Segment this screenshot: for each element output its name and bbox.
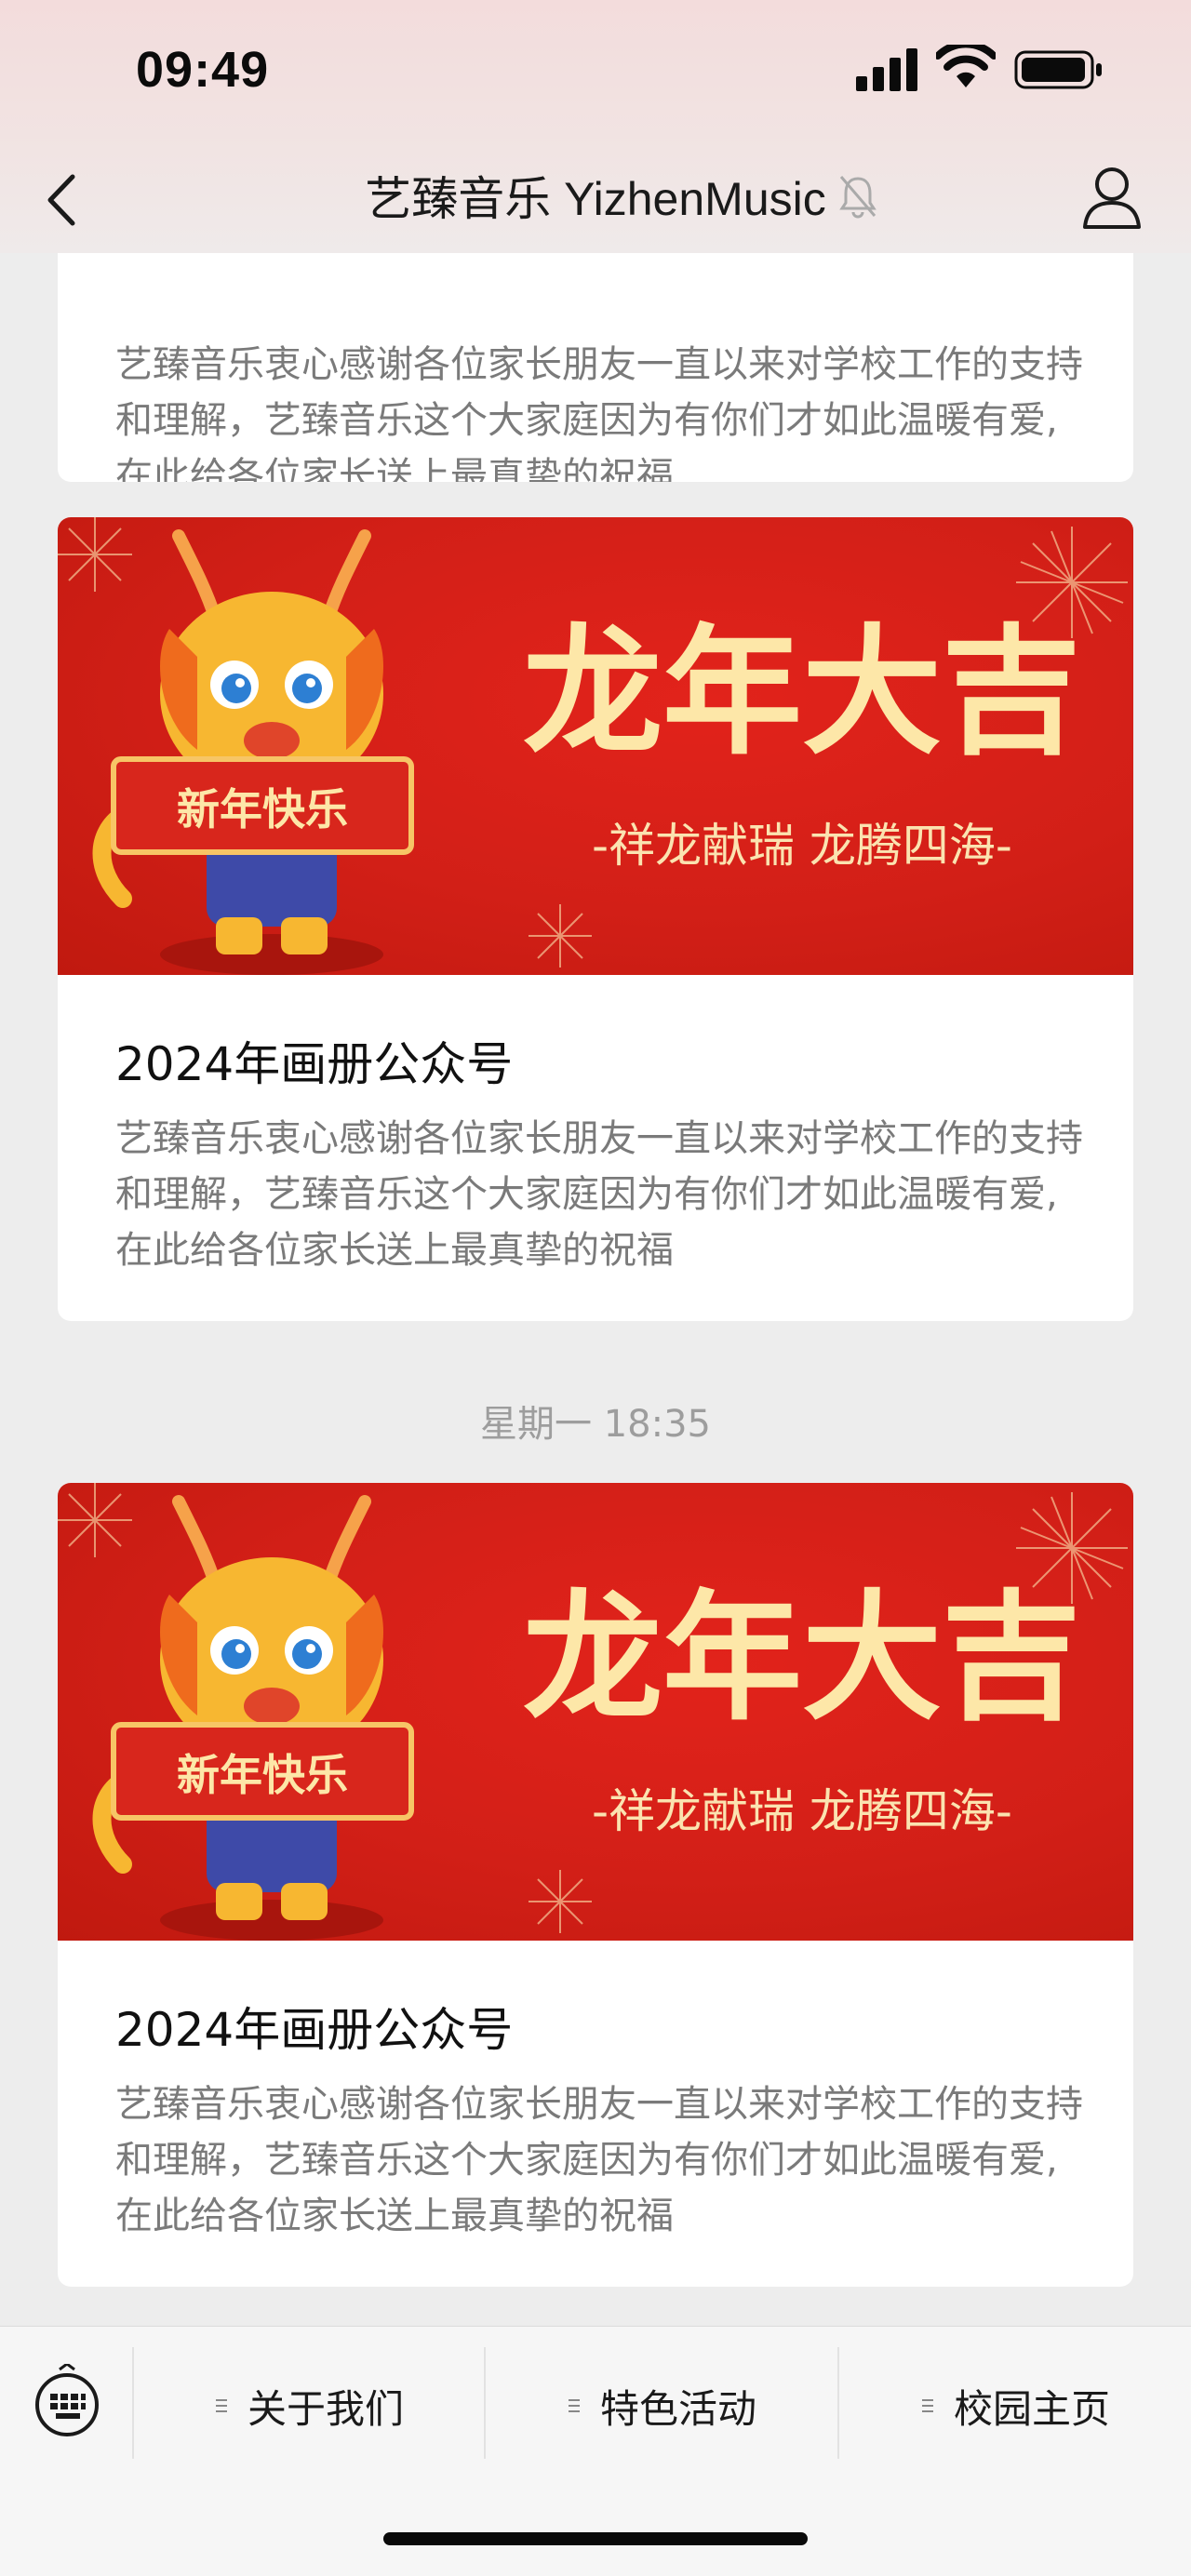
menu-lines-icon bbox=[921, 2399, 933, 2412]
dragon-mascot-icon bbox=[92, 529, 414, 975]
dragon-mascot-icon bbox=[92, 1495, 414, 1941]
menu-lines-icon bbox=[215, 2399, 227, 2412]
banner-subline: -祥龙献瑞 龙腾四海- bbox=[592, 1784, 1012, 1838]
banner-headline: 龙年大吉 bbox=[523, 1576, 1081, 1740]
page-title: 艺臻音乐 YizhenMusic bbox=[365, 173, 826, 225]
menu-item-label: 关于我们 bbox=[247, 2385, 404, 2432]
menu-item-label: 特色活动 bbox=[599, 2385, 756, 2432]
banner-headline: 龙年大吉 bbox=[523, 610, 1081, 774]
menu-item-activities[interactable]: 特色活动 bbox=[486, 2327, 837, 2485]
article-title: 2024年画册公众号 bbox=[115, 2003, 514, 2057]
article-description: 艺臻音乐衷心感谢各位家长朋友一直以来对学校工作的支持和理解，艺臻音乐这个大家庭因… bbox=[115, 343, 1083, 482]
article-card[interactable]: 艺臻音乐衷心感谢各位家长朋友一直以来对学校工作的支持和理解，艺臻音乐这个大家庭因… bbox=[58, 253, 1133, 482]
nav-bar: 艺臻音乐 YizhenMusic bbox=[0, 149, 1191, 253]
menu-item-about-us[interactable]: 关于我们 bbox=[134, 2327, 484, 2485]
menu-item-label: 校园主页 bbox=[953, 2385, 1110, 2432]
svg-text:新年快乐: 新年快乐 bbox=[177, 784, 348, 834]
article-card[interactable]: 新年快乐 龙年大吉 -祥龙献瑞 龙腾四海- 2024年画册公众号 艺臻音乐衷心感… bbox=[58, 517, 1133, 1321]
menu-item-campus-home[interactable]: 校园主页 bbox=[839, 2327, 1191, 2485]
article-title: 2024年画册公众号 bbox=[115, 1037, 514, 1091]
article-banner: 新年快乐 龙年大吉 -祥龙献瑞 龙腾四海- bbox=[58, 517, 1133, 975]
svg-text:新年快乐: 新年快乐 bbox=[177, 1750, 348, 1800]
article-description: 艺臻音乐衷心感谢各位家长朋友一直以来对学校工作的支持和理解，艺臻音乐这个大家庭因… bbox=[115, 1117, 1083, 1272]
message-feed[interactable]: 艺臻音乐衷心感谢各位家长朋友一直以来对学校工作的支持和理解，艺臻音乐这个大家庭因… bbox=[0, 253, 1191, 2326]
article-card[interactable]: 新年快乐 龙年大吉 -祥龙献瑞 龙腾四海- 2024年画册公众号 艺臻音乐衷心感… bbox=[58, 1483, 1133, 2287]
mute-bell-icon bbox=[839, 176, 877, 219]
banner-subline: -祥龙献瑞 龙腾四海- bbox=[592, 819, 1012, 873]
status-bar: 09:49 bbox=[0, 0, 1191, 140]
profile-icon[interactable] bbox=[1079, 162, 1144, 233]
status-time: 09:49 bbox=[136, 42, 270, 98]
article-description: 艺臻音乐衷心感谢各位家长朋友一直以来对学校工作的支持和理解，艺臻音乐这个大家庭因… bbox=[115, 2083, 1083, 2237]
signal-icon bbox=[856, 48, 917, 91]
menu-lines-icon bbox=[568, 2399, 580, 2412]
keyboard-icon[interactable] bbox=[32, 2364, 102, 2438]
article-banner: 新年快乐 龙年大吉 -祥龙献瑞 龙腾四海- bbox=[58, 1483, 1133, 1941]
battery-icon bbox=[1014, 50, 1102, 89]
wifi-icon bbox=[936, 45, 996, 87]
home-indicator[interactable] bbox=[383, 2532, 808, 2545]
message-timestamp: 星期一 18:35 bbox=[480, 1403, 711, 1446]
